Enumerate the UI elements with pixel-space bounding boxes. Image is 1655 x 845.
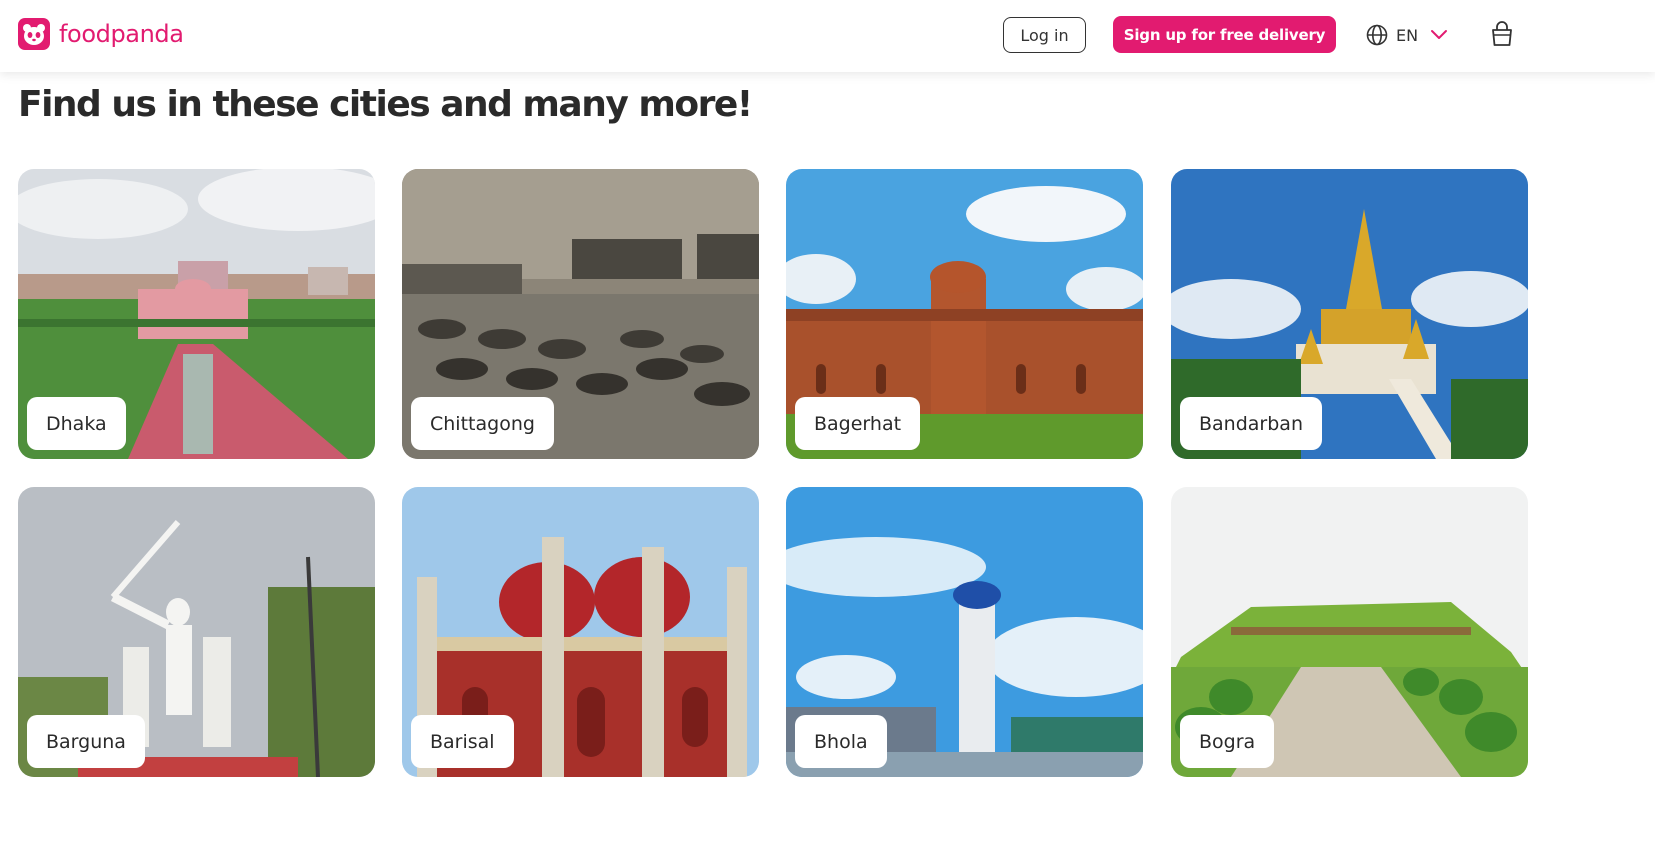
city-name: Chittagong xyxy=(411,397,554,450)
city-name: Bhola xyxy=(795,715,887,768)
panda-logo-icon xyxy=(18,18,50,50)
chevron-down-icon xyxy=(1431,30,1448,39)
signup-button[interactable]: Sign up for free delivery xyxy=(1113,16,1336,53)
city-card-dhaka[interactable]: Dhaka xyxy=(18,169,375,459)
shopping-bag-icon[interactable] xyxy=(1490,21,1514,47)
city-grid: Dhaka Chittagong Bagerhat Bandarban Barg… xyxy=(18,169,1528,777)
brand-name: foodpanda xyxy=(59,20,184,48)
city-name: Barguna xyxy=(27,715,145,768)
city-card-bogra[interactable]: Bogra xyxy=(1171,487,1528,777)
globe-icon xyxy=(1366,24,1388,46)
top-header: foodpanda Log in Sign up for free delive… xyxy=(0,0,1655,72)
city-name: Barisal xyxy=(411,715,514,768)
city-name: Dhaka xyxy=(27,397,126,450)
language-selector[interactable]: EN xyxy=(1366,21,1448,49)
city-card-chittagong[interactable]: Chittagong xyxy=(402,169,759,459)
city-card-barisal[interactable]: Barisal xyxy=(402,487,759,777)
city-card-bagerhat[interactable]: Bagerhat xyxy=(786,169,1143,459)
city-name: Bandarban xyxy=(1180,397,1322,450)
city-name: Bogra xyxy=(1180,715,1275,768)
city-card-bhola[interactable]: Bhola xyxy=(786,487,1143,777)
city-card-barguna[interactable]: Barguna xyxy=(18,487,375,777)
language-code: EN xyxy=(1396,25,1419,45)
page-title: Find us in these cities and many more! xyxy=(18,84,753,125)
city-card-bandarban[interactable]: Bandarban xyxy=(1171,169,1528,459)
city-name: Bagerhat xyxy=(795,397,921,450)
brand-logo[interactable]: foodpanda xyxy=(18,18,184,50)
login-button[interactable]: Log in xyxy=(1003,17,1086,53)
